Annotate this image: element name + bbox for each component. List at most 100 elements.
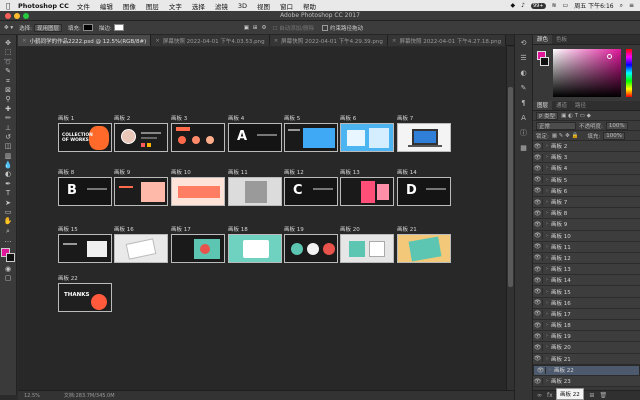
hue-slider[interactable] — [626, 49, 632, 97]
eye-icon[interactable]: 👁 — [533, 153, 543, 161]
artboard-1[interactable]: 画板 1 COLLECTION OF WORKS — [58, 115, 112, 152]
lasso-tool-icon[interactable]: ➰ — [2, 58, 14, 66]
expand-arrow-icon[interactable]: › — [543, 188, 551, 194]
layer-row[interactable]: 👁 › 画板 19 — [533, 331, 640, 343]
expand-arrow-icon[interactable]: › — [543, 221, 551, 227]
background-color[interactable] — [6, 252, 15, 262]
dodge-tool-icon[interactable]: ◐ — [2, 170, 14, 178]
layer-row[interactable]: 👁 › 画板 4 — [533, 163, 640, 175]
history-brush-tool-icon[interactable]: ↺ — [2, 133, 14, 141]
menu-window[interactable]: 窗口 — [280, 1, 293, 11]
color-chips[interactable] — [537, 51, 549, 71]
lock-icons[interactable]: ▦ ✎ ✥ 🔒 — [552, 133, 579, 139]
eye-icon[interactable]: 👁 — [533, 209, 543, 217]
layer-row[interactable]: 👁 › 画板 5 — [533, 174, 640, 186]
eye-icon[interactable]: 👁 — [533, 164, 543, 172]
gear-icon[interactable]: ⚙ — [262, 25, 267, 31]
layer-row[interactable]: 👁 › 画板 14 — [533, 275, 640, 287]
eye-icon[interactable]: 👁 — [533, 377, 543, 385]
background-chip[interactable] — [540, 57, 549, 66]
hand-tool-icon[interactable]: ✋ — [2, 217, 14, 225]
arrange-icon[interactable]: ⊞ — [253, 25, 258, 31]
blur-tool-icon[interactable]: 💧 — [2, 161, 14, 169]
close-icon[interactable]: × — [155, 38, 160, 44]
artboard-17[interactable]: 画板 17 — [171, 226, 225, 263]
artboard-3[interactable]: 画板 3 — [171, 115, 225, 152]
eye-icon[interactable]: 👁 — [533, 243, 543, 251]
link-icon[interactable]: ∞ — [537, 392, 542, 399]
menu-image[interactable]: 图像 — [123, 1, 136, 11]
layer-row[interactable]: 👁 › 画板 6 — [533, 185, 640, 197]
layer-row[interactable]: 👁 › 画板 22 — [533, 364, 640, 376]
type-tool-icon[interactable]: T — [2, 189, 14, 197]
artboard-5[interactable]: 画板 5 — [284, 115, 338, 152]
notification-badge[interactable]: 99+ — [530, 2, 546, 9]
expand-arrow-icon[interactable]: › — [543, 177, 551, 183]
align-icon[interactable]: ▣ — [244, 25, 249, 31]
filter-icons[interactable]: ▣ ◐ T ▭ ◆ — [561, 113, 591, 119]
artboard-10[interactable]: 画板 10 — [171, 169, 225, 206]
gradient-tool-icon[interactable]: ▥ — [2, 152, 14, 160]
battery-icon[interactable]: ▭ — [563, 2, 569, 9]
constrain-path-checkbox[interactable] — [322, 24, 329, 31]
zoom-level[interactable]: 12.5% — [24, 393, 40, 399]
expand-arrow-icon[interactable]: › — [543, 289, 551, 295]
artboard-14[interactable]: 画板 14 D — [397, 169, 451, 206]
artboard-8[interactable]: 画板 8 B — [58, 169, 112, 206]
trash-icon[interactable]: 🗑 — [599, 392, 607, 399]
document-size[interactable]: 文档:283.7M/345.0M — [64, 392, 115, 399]
expand-arrow-icon[interactable]: › — [546, 367, 554, 373]
tab-document-2[interactable]: × 屏幕快照 2022-04-01 下午4.03.53.png — [151, 35, 270, 46]
artboard-4[interactable]: 画板 4 A — [228, 115, 282, 152]
path-select-tool-icon[interactable]: ➤ — [2, 199, 14, 207]
artboard-19[interactable]: 画板 19 — [284, 226, 338, 263]
brush-tool-icon[interactable]: ✏ — [2, 114, 14, 122]
eye-icon[interactable]: 👁 — [533, 310, 543, 318]
artboard-16[interactable]: 画板 16 — [114, 226, 168, 263]
menu-3d[interactable]: 3D — [238, 2, 247, 10]
layer-row[interactable]: 👁 › 画板 3 — [533, 152, 640, 164]
color-picker[interactable] — [533, 45, 640, 101]
quick-select-tool-icon[interactable]: ✎ — [2, 67, 14, 75]
canvas-area[interactable]: 画板 1 COLLECTION OF WORKS 画板 2 画板 3 画板 4 … — [18, 47, 506, 390]
fill-input[interactable]: 100% — [603, 131, 625, 140]
menu-edit[interactable]: 编辑 — [100, 1, 113, 11]
vertical-scrollbar[interactable] — [506, 47, 514, 390]
layer-row[interactable]: 👁 › 画板 16 — [533, 297, 640, 309]
new-layer-icon[interactable]: ⊞ — [589, 392, 594, 399]
libraries-icon[interactable]: ▦ — [519, 144, 529, 153]
layer-row[interactable]: 👁 › 画板 10 — [533, 230, 640, 242]
menu-view[interactable]: 视图 — [257, 1, 270, 11]
color-field-marker[interactable] — [607, 54, 612, 59]
expand-arrow-icon[interactable]: › — [543, 154, 551, 160]
frame-tool-icon[interactable]: ⊠ — [2, 86, 14, 94]
layer-row[interactable]: 👁 › 画板 23 — [533, 375, 640, 388]
expand-arrow-icon[interactable]: › — [543, 143, 551, 149]
fx-icon[interactable]: fx — [547, 392, 553, 399]
bell-icon[interactable]: ♪ — [521, 2, 525, 9]
blend-mode-dropdown[interactable]: 正常 — [536, 121, 576, 130]
menu-layer[interactable]: 图层 — [146, 1, 159, 11]
tab-document-4[interactable]: × 屏幕快照 2022-04-01 下午4.27.18.png — [387, 35, 507, 46]
close-icon[interactable]: × — [392, 38, 397, 44]
app-name-menu[interactable]: Photoshop CC — [18, 2, 69, 10]
artboard-21[interactable]: 画板 21 — [397, 226, 451, 263]
opacity-input[interactable]: 100% — [605, 121, 628, 130]
adjust-icon[interactable]: ◐ — [519, 69, 529, 78]
eye-icon[interactable]: 👁 — [533, 343, 543, 351]
tab-document-1[interactable]: × 小鹤同学的作品2222.psd @ 12.5%(RGB/8#) — [18, 35, 152, 46]
expand-arrow-icon[interactable]: › — [543, 277, 551, 283]
eraser-tool-icon[interactable]: ◫ — [2, 142, 14, 150]
artboard-11[interactable]: 画板 11 — [228, 169, 282, 206]
marquee-tool-icon[interactable]: ⬚ — [2, 48, 14, 56]
tab-channels[interactable]: 通道 — [552, 101, 571, 110]
crop-tool-icon[interactable]: ⌗ — [2, 77, 14, 85]
expand-arrow-icon[interactable]: › — [543, 244, 551, 250]
move-tool-icon[interactable]: ✥ ▾ — [4, 25, 13, 31]
artboard-12[interactable]: 画板 12 C — [284, 169, 338, 206]
wifi-icon[interactable]: ≋ — [552, 2, 557, 9]
move-tool-icon[interactable]: ✥ — [2, 39, 14, 47]
artboard-9[interactable]: 画板 9 — [114, 169, 168, 206]
close-icon[interactable]: × — [274, 38, 279, 44]
menu-file[interactable]: 文件 — [77, 1, 90, 11]
